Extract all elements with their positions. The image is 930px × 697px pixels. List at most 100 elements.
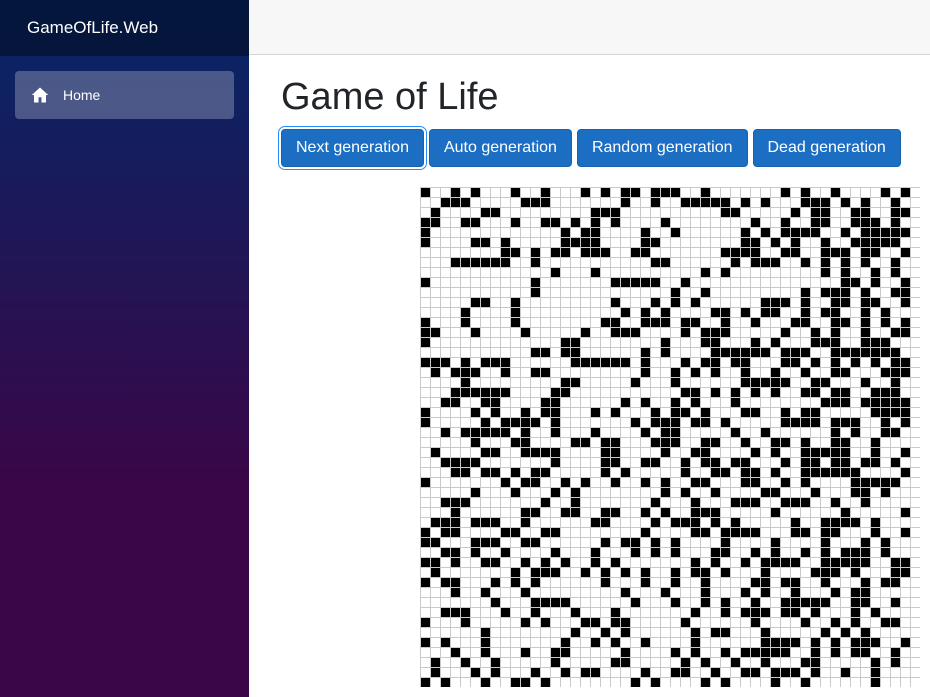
cell-dead[interactable] (701, 558, 710, 567)
cell-alive[interactable] (551, 428, 560, 437)
cell-dead[interactable] (861, 658, 870, 667)
cell-dead[interactable] (461, 408, 470, 417)
cell-alive[interactable] (721, 268, 730, 277)
cell-dead[interactable] (781, 628, 790, 637)
cell-dead[interactable] (501, 488, 510, 497)
cell-alive[interactable] (831, 498, 840, 507)
cell-dead[interactable] (621, 678, 630, 687)
cell-dead[interactable] (731, 328, 740, 337)
cell-dead[interactable] (751, 508, 760, 517)
cell-dead[interactable] (911, 668, 920, 677)
cell-dead[interactable] (631, 488, 640, 497)
cell-dead[interactable] (701, 388, 710, 397)
cell-alive[interactable] (861, 498, 870, 507)
cell-alive[interactable] (881, 338, 890, 347)
cell-alive[interactable] (521, 508, 530, 517)
cell-dead[interactable] (431, 398, 440, 407)
cell-dead[interactable] (801, 558, 810, 567)
cell-dead[interactable] (881, 328, 890, 337)
cell-dead[interactable] (721, 428, 730, 437)
cell-alive[interactable] (581, 328, 590, 337)
cell-alive[interactable] (421, 558, 430, 567)
cell-dead[interactable] (421, 668, 430, 677)
cell-alive[interactable] (461, 318, 470, 327)
cell-dead[interactable] (681, 678, 690, 687)
cell-dead[interactable] (441, 308, 450, 317)
cell-dead[interactable] (501, 328, 510, 337)
cell-alive[interactable] (471, 428, 480, 437)
cell-alive[interactable] (701, 438, 710, 447)
cell-dead[interactable] (491, 348, 500, 357)
cell-dead[interactable] (461, 518, 470, 527)
cell-dead[interactable] (591, 678, 600, 687)
cell-dead[interactable] (651, 618, 660, 627)
cell-dead[interactable] (841, 568, 850, 577)
cell-alive[interactable] (551, 568, 560, 577)
cell-dead[interactable] (631, 308, 640, 317)
cell-dead[interactable] (561, 498, 570, 507)
cell-dead[interactable] (421, 508, 430, 517)
cell-dead[interactable] (421, 258, 430, 267)
cell-dead[interactable] (701, 668, 710, 677)
cell-alive[interactable] (741, 478, 750, 487)
cell-dead[interactable] (541, 238, 550, 247)
cell-alive[interactable] (871, 338, 880, 347)
cell-dead[interactable] (691, 228, 700, 237)
cell-alive[interactable] (671, 398, 680, 407)
cell-alive[interactable] (721, 318, 730, 327)
cell-alive[interactable] (431, 358, 440, 367)
cell-alive[interactable] (851, 558, 860, 567)
cell-dead[interactable] (611, 238, 620, 247)
cell-alive[interactable] (601, 448, 610, 457)
cell-dead[interactable] (741, 398, 750, 407)
cell-dead[interactable] (581, 588, 590, 597)
cell-alive[interactable] (621, 658, 630, 667)
cell-dead[interactable] (491, 508, 500, 517)
cell-alive[interactable] (621, 468, 630, 477)
cell-dead[interactable] (801, 538, 810, 547)
cell-dead[interactable] (501, 458, 510, 467)
cell-alive[interactable] (891, 598, 900, 607)
cell-alive[interactable] (741, 308, 750, 317)
cell-alive[interactable] (671, 418, 680, 427)
cell-dead[interactable] (471, 318, 480, 327)
cell-dead[interactable] (481, 198, 490, 207)
cell-alive[interactable] (651, 318, 660, 327)
cell-dead[interactable] (721, 188, 730, 197)
cell-dead[interactable] (901, 628, 910, 637)
cell-alive[interactable] (701, 358, 710, 367)
cell-dead[interactable] (591, 188, 600, 197)
cell-dead[interactable] (481, 408, 490, 417)
cell-alive[interactable] (701, 448, 710, 457)
cell-alive[interactable] (841, 468, 850, 477)
cell-alive[interactable] (671, 598, 680, 607)
cell-dead[interactable] (521, 208, 530, 217)
cell-alive[interactable] (441, 608, 450, 617)
cell-alive[interactable] (671, 568, 680, 577)
cell-dead[interactable] (891, 298, 900, 307)
cell-alive[interactable] (711, 548, 720, 557)
cell-dead[interactable] (911, 398, 920, 407)
cell-dead[interactable] (431, 618, 440, 627)
cell-alive[interactable] (831, 348, 840, 357)
cell-dead[interactable] (851, 368, 860, 377)
cell-dead[interactable] (591, 198, 600, 207)
cell-dead[interactable] (421, 368, 430, 377)
cell-dead[interactable] (541, 608, 550, 617)
cell-dead[interactable] (601, 368, 610, 377)
cell-alive[interactable] (761, 558, 770, 567)
cell-dead[interactable] (441, 648, 450, 657)
cell-dead[interactable] (731, 618, 740, 627)
cell-dead[interactable] (541, 488, 550, 497)
cell-dead[interactable] (541, 628, 550, 637)
cell-alive[interactable] (701, 188, 710, 197)
cell-alive[interactable] (561, 638, 570, 647)
cell-alive[interactable] (461, 378, 470, 387)
cell-alive[interactable] (801, 308, 810, 317)
cell-dead[interactable] (441, 278, 450, 287)
cell-alive[interactable] (811, 488, 820, 497)
cell-dead[interactable] (661, 608, 670, 617)
cell-dead[interactable] (831, 228, 840, 237)
cell-dead[interactable] (761, 528, 770, 537)
cell-alive[interactable] (801, 448, 810, 457)
